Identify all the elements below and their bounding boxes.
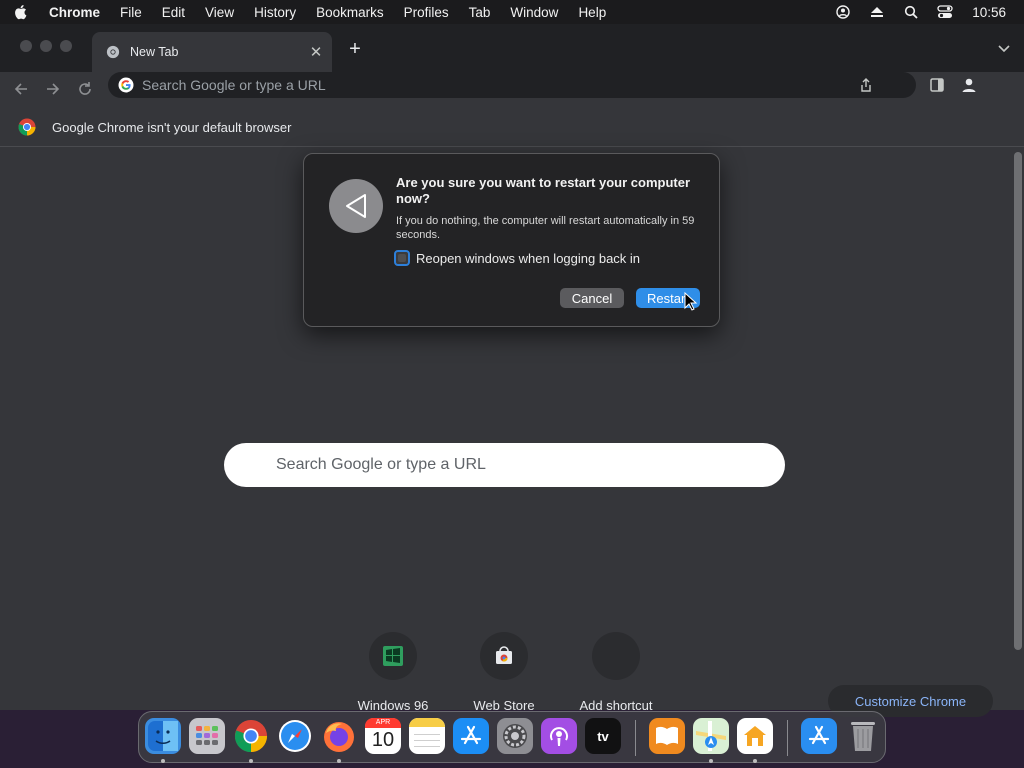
dock-running-indicator	[249, 759, 253, 763]
google-g-icon	[118, 77, 134, 93]
menu-bar: Chrome File Edit View History Bookmarks …	[0, 0, 1024, 24]
calendar-month: APR	[365, 718, 401, 728]
shortcut-windows-96[interactable]: Windows 96	[343, 632, 443, 713]
restart-play-back-icon	[329, 179, 383, 233]
menu-window[interactable]: Window	[500, 5, 568, 20]
menu-bookmarks[interactable]: Bookmarks	[306, 5, 394, 20]
infobar-text: Google Chrome isn't your default browser	[52, 119, 292, 135]
restart-dialog: Are you sure you want to restart your co…	[303, 153, 720, 327]
dock-running-indicator	[161, 759, 165, 763]
maps-icon[interactable]	[693, 718, 729, 754]
tv-label: tv	[597, 728, 609, 744]
ntp-search-placeholder: Search Google or type a URL	[276, 456, 486, 473]
side-panel-icon[interactable]	[926, 74, 948, 96]
new-tab-icon[interactable]: +	[344, 38, 366, 60]
toolbar: Search Google or type a URL	[0, 72, 1024, 108]
notes-icon[interactable]	[409, 718, 445, 754]
books-icon[interactable]	[649, 718, 685, 754]
page-scrollbar[interactable]	[1014, 152, 1022, 650]
menu-file[interactable]: File	[110, 5, 152, 20]
checkbox-box[interactable]	[394, 250, 410, 266]
podcasts-icon[interactable]	[541, 718, 577, 754]
window-controls	[20, 40, 72, 52]
menu-help[interactable]: Help	[568, 5, 616, 20]
calendar-day: 10	[371, 729, 395, 751]
reload-icon[interactable]	[72, 76, 98, 102]
dialog-message: If you do nothing, the computer will res…	[396, 215, 695, 241]
dock-running-indicator	[753, 759, 757, 763]
add-icon	[592, 632, 640, 680]
app-store-icon[interactable]	[453, 718, 489, 754]
menu-tab[interactable]: Tab	[459, 5, 501, 20]
spotlight-icon[interactable]	[900, 4, 922, 20]
dock-running-indicator	[337, 759, 341, 763]
profile-avatar-icon[interactable]	[958, 74, 980, 96]
chrome-icon[interactable]	[233, 718, 269, 754]
dock-running-indicator	[709, 759, 713, 763]
home-icon[interactable]	[737, 718, 773, 754]
user-icon[interactable]	[832, 4, 854, 20]
close-tab-icon[interactable]: ✕	[308, 44, 324, 61]
shortcut-add[interactable]: Add shortcut	[566, 632, 666, 713]
apple-tv-icon[interactable]: tv	[585, 718, 621, 754]
menu-view[interactable]: View	[195, 5, 244, 20]
windows96-icon	[369, 632, 417, 680]
dock-separator	[787, 720, 788, 756]
reopen-windows-checkbox[interactable]: Reopen windows when logging back in	[394, 250, 640, 266]
zoom-window-button[interactable]	[60, 40, 72, 52]
ntp-search-box[interactable]: Search Google or type a URL	[224, 443, 785, 487]
system-settings-icon[interactable]	[497, 718, 533, 754]
safari-icon[interactable]	[277, 718, 313, 754]
address-bar[interactable]: Search Google or type a URL	[108, 72, 916, 98]
dock: APR 10 tv	[138, 711, 886, 763]
menu-history[interactable]: History	[244, 5, 306, 20]
forward-arrow-icon[interactable]	[40, 76, 66, 102]
back-arrow-icon[interactable]	[8, 76, 34, 102]
minimize-window-button[interactable]	[40, 40, 52, 52]
menu-clock[interactable]: 10:56	[972, 5, 1006, 20]
default-browser-infobar: Google Chrome isn't your default browser	[0, 108, 1024, 147]
mouse-cursor-icon	[684, 292, 698, 311]
share-icon[interactable]	[858, 77, 874, 93]
firefox-icon[interactable]	[321, 718, 357, 754]
trash-icon[interactable]	[845, 718, 881, 754]
chrome-logo-icon	[18, 118, 36, 136]
chrome-favicon-icon	[106, 45, 120, 59]
dialog-title: Are you sure you want to restart your co…	[396, 175, 691, 206]
tab-strip: New Tab ✕ +	[0, 24, 1024, 72]
shortcut-web-store[interactable]: Web Store	[454, 632, 554, 713]
downloads-icon[interactable]	[801, 718, 837, 754]
menu-edit[interactable]: Edit	[152, 5, 195, 20]
checkbox-label: Reopen windows when logging back in	[416, 250, 641, 266]
cancel-button[interactable]: Cancel	[560, 288, 624, 308]
apple-menu-icon[interactable]	[13, 4, 39, 20]
menu-app-name[interactable]: Chrome	[39, 5, 110, 20]
dock-separator	[635, 720, 636, 756]
control-center-icon[interactable]	[934, 4, 956, 20]
launchpad-icon[interactable]	[189, 718, 225, 754]
tab-search-chevron-icon[interactable]	[996, 40, 1012, 56]
eject-icon[interactable]	[866, 4, 888, 20]
chrome-window: New Tab ✕ + Search Google or type a URL	[0, 24, 1024, 717]
finder-icon[interactable]	[145, 718, 181, 754]
menu-profiles[interactable]: Profiles	[394, 5, 459, 20]
close-window-button[interactable]	[20, 40, 32, 52]
address-bar-text: Search Google or type a URL	[142, 77, 326, 93]
tab-new-tab[interactable]: New Tab ✕	[92, 32, 332, 72]
calendar-icon[interactable]: APR 10	[365, 718, 401, 754]
web-store-icon	[480, 632, 528, 680]
tab-title: New Tab	[130, 45, 179, 59]
